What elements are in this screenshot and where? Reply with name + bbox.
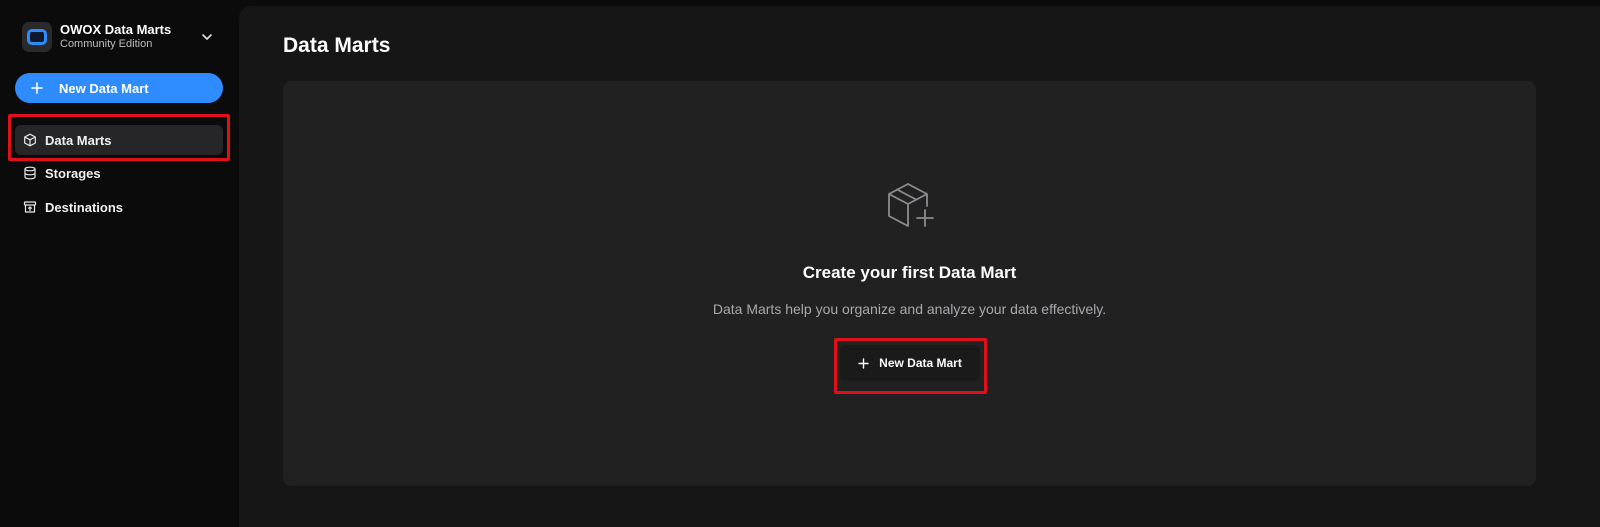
sidebar-item-destinations[interactable]: Destinations bbox=[15, 192, 223, 222]
sidebar-item-label: Storages bbox=[45, 165, 101, 181]
new-data-mart-button[interactable]: New Data Mart bbox=[15, 73, 223, 103]
project-switcher[interactable]: OWOX Data Marts Community Edition bbox=[22, 20, 222, 54]
brand-text: OWOX Data Marts Community Edition bbox=[60, 22, 172, 51]
sidebar-item-label: Data Marts bbox=[45, 132, 112, 148]
new-data-mart-label: New Data Mart bbox=[59, 80, 149, 96]
empty-state-description: Data Marts help you organize and analyze… bbox=[712, 301, 1107, 317]
plus-icon bbox=[858, 357, 869, 369]
brand-subtitle: Community Edition bbox=[60, 38, 153, 51]
brand-title: OWOX Data Marts bbox=[60, 22, 172, 38]
main-panel: Data Marts Create your first Data Mart D… bbox=[239, 6, 1600, 527]
cube-icon bbox=[24, 133, 36, 147]
cube-plus-icon bbox=[888, 183, 934, 227]
app-root: OWOX Data Marts Community Edition New Da… bbox=[0, 0, 1600, 527]
sidebar-item-label: Destinations bbox=[45, 199, 124, 215]
archive-icon bbox=[23, 201, 37, 213]
plus-icon bbox=[31, 82, 43, 94]
database-icon bbox=[24, 166, 36, 180]
empty-state-new-data-mart-button[interactable]: New Data Mart bbox=[840, 345, 980, 381]
owox-logo-icon bbox=[22, 22, 52, 52]
page-title: Data Marts bbox=[283, 34, 391, 57]
empty-state-card: Create your first Data Mart Data Marts h… bbox=[283, 81, 1536, 486]
sidebar: OWOX Data Marts Community Edition New Da… bbox=[0, 0, 238, 527]
sidebar-item-storages[interactable]: Storages bbox=[15, 158, 223, 188]
chevron-down-icon[interactable] bbox=[200, 30, 214, 44]
empty-state-button-label: New Data Mart bbox=[879, 356, 962, 370]
empty-state-title: Create your first Data Mart bbox=[802, 263, 1017, 282]
sidebar-item-data-marts[interactable]: Data Marts bbox=[15, 125, 223, 155]
